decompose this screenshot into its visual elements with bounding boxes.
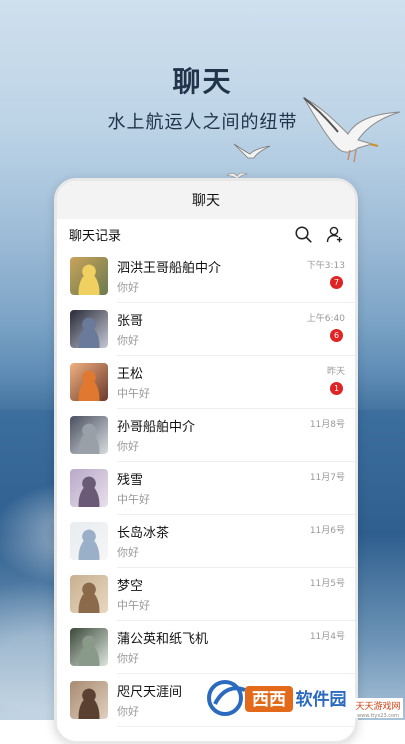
seagull-small (233, 143, 271, 159)
chat-list-item[interactable]: 孙哥船舶中介 你好 11月8号 (57, 408, 355, 462)
search-icon[interactable] (295, 225, 312, 243)
avatar (70, 521, 108, 560)
phone-frame: 聊天 聊天记录 泗洪王哥船舶中介 你好 下午3:13 7 张哥 你好 上午6:4… (54, 178, 358, 744)
contact-name: 咫尺天涯间 (117, 684, 183, 700)
contact-name: 孙哥船舶中介 (117, 419, 196, 435)
message-time: 下午3:13 (306, 260, 345, 271)
chat-item-content: 残雪 中午好 11月7号 (117, 461, 355, 515)
message-time: 11月5号 (309, 578, 345, 589)
unread-badge: 1 (330, 381, 343, 395)
last-message: 你好 (117, 704, 139, 718)
message-time: 11月7号 (309, 472, 345, 483)
contact-name: 蒲公英和纸飞机 (117, 631, 209, 647)
contact-name: 王松 (117, 366, 144, 382)
chat-list-item[interactable]: 残雪 中午好 11月7号 (57, 461, 355, 515)
chat-list-item[interactable]: 王松 中午好 昨天 1 (57, 355, 355, 409)
chat-list-item[interactable]: 张哥 你好 上午6:40 6 (57, 302, 355, 356)
chat-list-item[interactable]: 长岛冰茶 你好 11月6号 (57, 514, 355, 568)
message-time: 11月6号 (309, 525, 345, 536)
chat-item-content: 张哥 你好 上午6:40 6 (117, 302, 355, 356)
chat-list-item[interactable]: 蒲公英和纸飞机 你好 11月4号 (57, 620, 355, 674)
message-time: 昨天 (326, 366, 345, 377)
chat-toolbar: 聊天记录 (57, 219, 355, 249)
last-message: 中午好 (117, 598, 150, 612)
avatar (70, 627, 108, 666)
last-message: 你好 (117, 651, 139, 665)
avatar (70, 468, 108, 507)
last-message: 你好 (117, 280, 139, 294)
chat-item-content: 梦空 中午好 11月5号 (117, 567, 355, 621)
chat-item-content: 孙哥船舶中介 你好 11月8号 (117, 408, 355, 462)
toolbar-icons (295, 225, 343, 243)
contact-name: 长岛冰茶 (117, 525, 170, 541)
chat-item-content: 长岛冰茶 你好 11月6号 (117, 514, 355, 568)
unread-badge: 6 (330, 328, 343, 342)
app-title: 聊天 (192, 193, 220, 209)
section-label: 聊天记录 (69, 228, 122, 244)
contact-name: 梦空 (117, 578, 144, 594)
contact-name: 残雪 (117, 472, 144, 488)
chat-item-content: 蒲公英和纸飞机 你好 11月4号 (117, 620, 355, 674)
chat-list-item[interactable]: 泗洪王哥船舶中介 你好 下午3:13 7 (57, 249, 355, 303)
message-time: 11月4号 (309, 631, 345, 642)
seagull-large (302, 96, 401, 163)
unread-badge: 7 (330, 275, 343, 289)
avatar (70, 309, 108, 348)
contact-name: 泗洪王哥船舶中介 (117, 260, 222, 276)
add-contact-icon[interactable] (326, 226, 343, 243)
chat-list-item[interactable]: 梦空 中午好 11月5号 (57, 567, 355, 621)
last-message: 你好 (117, 333, 139, 347)
chat-item-content: 泗洪王哥船舶中介 你好 下午3:13 7 (117, 249, 355, 303)
avatar (70, 256, 108, 295)
chat-item-content: 王松 中午好 昨天 1 (117, 355, 355, 409)
watermark-site-cn: 天天游戏网 (355, 700, 400, 712)
last-message: 你好 (117, 439, 139, 453)
watermark-logo: 西西 软件园 天天游戏网 www.ttyx23.com (207, 680, 403, 719)
watermark-site-url: www.ttyx23.com (357, 713, 399, 719)
avatar (70, 680, 108, 719)
last-message: 你好 (117, 545, 139, 559)
message-time: 上午6:40 (306, 313, 345, 324)
chat-list: 泗洪王哥船舶中介 你好 下午3:13 7 张哥 你好 上午6:40 6 王松 中… (57, 249, 355, 727)
last-message: 中午好 (117, 386, 150, 400)
svg-text:软件园: 软件园 (296, 689, 347, 710)
avatar (70, 574, 108, 613)
last-message: 中午好 (117, 492, 150, 506)
svg-text:西西: 西西 (252, 690, 286, 710)
message-time: 11月8号 (309, 419, 345, 430)
contact-name: 张哥 (117, 313, 144, 329)
avatar (70, 415, 108, 454)
avatar (70, 362, 108, 401)
app-titlebar: 聊天 (57, 181, 355, 219)
